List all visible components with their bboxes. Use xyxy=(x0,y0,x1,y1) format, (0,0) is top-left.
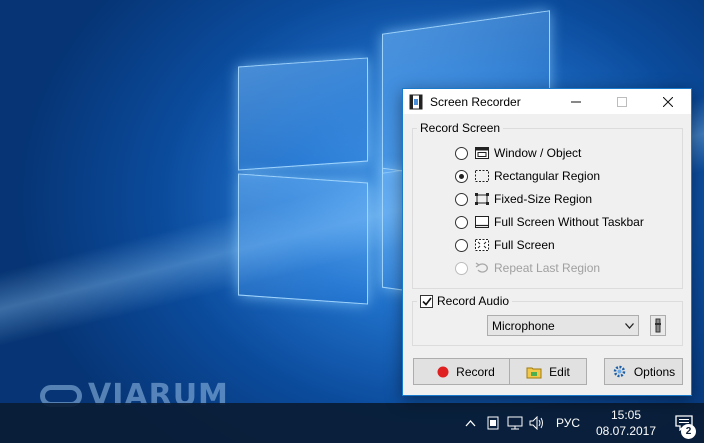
radio-rectangular-region[interactable] xyxy=(455,169,468,183)
window-object-icon xyxy=(475,147,489,159)
radio-fixed-size-region[interactable] xyxy=(455,192,468,206)
maximize-icon xyxy=(617,96,627,107)
record-dot-icon xyxy=(437,366,449,377)
notification-count-badge: 2 xyxy=(681,424,696,439)
audio-settings-icon xyxy=(655,318,661,333)
edit-button[interactable]: Edit xyxy=(509,358,587,385)
record-audio-checkbox[interactable] xyxy=(420,294,433,308)
checkmark-icon xyxy=(421,297,432,306)
gear-icon xyxy=(613,365,626,378)
options-button[interactable]: Options xyxy=(604,358,683,385)
close-button[interactable] xyxy=(645,89,691,114)
screen-recorder-tray-icon[interactable] xyxy=(482,403,504,443)
record-screen-legend: Record Screen xyxy=(420,121,501,135)
repeat-icon xyxy=(475,262,488,273)
screen-recorder-window: Screen Recorder Record Screen Window / O… xyxy=(402,88,692,396)
record-button[interactable]: Record xyxy=(413,358,519,385)
option-label: Window / Object xyxy=(494,146,582,160)
option-label: Full Screen Without Taskbar xyxy=(494,215,644,229)
network-icon[interactable] xyxy=(504,403,526,443)
minimize-icon xyxy=(571,101,581,102)
close-icon xyxy=(663,96,673,107)
option-label: Rectangular Region xyxy=(494,169,601,183)
full-screen-icon xyxy=(475,239,489,251)
audio-device-select[interactable]: Microphone xyxy=(487,315,639,336)
option-window-object[interactable]: Window / Object xyxy=(455,142,581,164)
screen-without-taskbar-icon xyxy=(475,216,489,228)
radio-window-object[interactable] xyxy=(455,146,468,160)
option-label: Fixed-Size Region xyxy=(494,192,593,206)
language-indicator[interactable]: РУС xyxy=(548,416,588,430)
radio-repeat-last-region xyxy=(455,261,468,275)
rectangular-region-icon xyxy=(475,170,489,182)
action-center-button[interactable]: 2 xyxy=(664,403,704,443)
minimize-button[interactable] xyxy=(553,89,599,114)
taskbar: РУС 15:05 08.07.2017 2 xyxy=(0,403,704,443)
edit-folder-icon xyxy=(526,367,542,378)
clock-time: 15:05 xyxy=(610,408,642,422)
fixed-size-region-icon xyxy=(475,193,489,205)
option-label: Repeat Last Region xyxy=(494,261,601,275)
audio-settings-button[interactable] xyxy=(650,315,666,336)
option-full-screen-without-taskbar[interactable]: Full Screen Without Taskbar xyxy=(455,211,644,233)
windows-logo-pane-top-left xyxy=(238,57,368,171)
title-bar[interactable]: Screen Recorder xyxy=(403,89,691,114)
radio-full-screen[interactable] xyxy=(455,238,468,252)
option-rectangular-region[interactable]: Rectangular Region xyxy=(455,165,600,187)
window-title: Screen Recorder xyxy=(430,94,521,109)
screen-recorder-app-icon xyxy=(409,94,423,109)
options-button-label: Options xyxy=(633,364,676,379)
option-repeat-last-region: Repeat Last Region xyxy=(455,257,600,279)
system-tray: РУС 15:05 08.07.2017 2 xyxy=(460,403,704,443)
maximize-button[interactable] xyxy=(599,89,645,114)
option-label: Full Screen xyxy=(494,238,555,252)
clock[interactable]: 15:05 08.07.2017 xyxy=(588,407,664,439)
option-full-screen[interactable]: Full Screen xyxy=(455,234,555,256)
chevron-up-icon[interactable] xyxy=(460,403,482,443)
clock-date: 08.07.2017 xyxy=(595,424,657,438)
audio-device-value: Microphone xyxy=(492,318,555,333)
record-button-label: Record xyxy=(456,364,495,379)
edit-button-label: Edit xyxy=(549,364,570,379)
volume-icon[interactable] xyxy=(526,403,548,443)
windows-logo-pane-bottom-left xyxy=(238,173,368,305)
audio-legend[interactable]: Record Audio xyxy=(417,294,512,308)
option-fixed-size-region[interactable]: Fixed-Size Region xyxy=(455,188,592,210)
chevron-down-icon xyxy=(620,322,638,329)
record-audio-label: Record Audio xyxy=(437,294,510,308)
radio-full-screen-without-taskbar[interactable] xyxy=(455,215,468,229)
